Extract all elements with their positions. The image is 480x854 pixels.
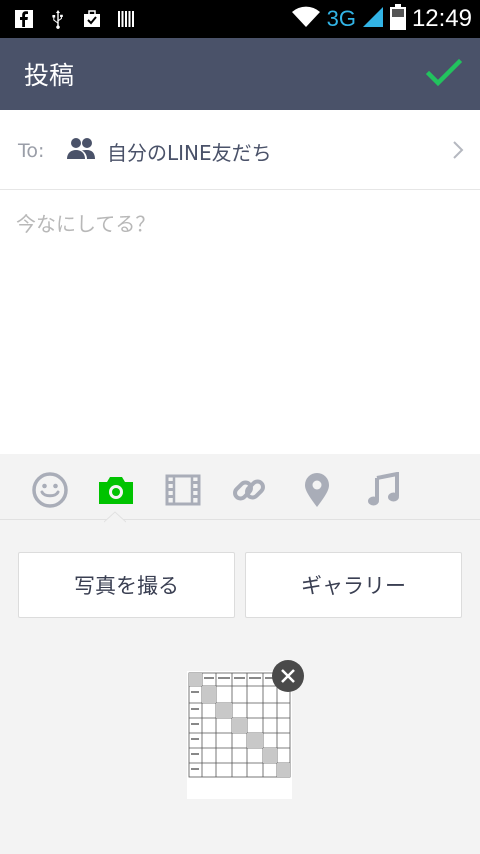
check-icon [425, 58, 463, 87]
usb-icon [48, 9, 68, 29]
video-icon [165, 474, 201, 506]
take-photo-button[interactable]: 写真を撮る [18, 552, 235, 618]
recipient-value: 自分のLINE友だち [107, 141, 272, 165]
compose-area: To: 自分のLINE友だち 今なにしてる？ [0, 110, 480, 454]
link-button[interactable] [229, 470, 269, 510]
attachment-toolbar [0, 454, 480, 520]
facebook-icon [14, 9, 34, 29]
battery-icon [389, 4, 406, 34]
recipient-selector[interactable]: To: 自分のLINE友だち [0, 110, 480, 190]
post-confirm-button[interactable] [425, 58, 463, 90]
page-title: 投稿 [24, 61, 75, 90]
sticker-button[interactable] [30, 470, 70, 510]
chevron-right-icon [452, 140, 464, 160]
status-bar: 3G 12:49 [0, 0, 480, 38]
barcode-icon [116, 9, 136, 29]
friends-icon [67, 137, 95, 161]
video-button[interactable] [163, 470, 203, 510]
post-text-input[interactable]: 今なにしてる？ [16, 208, 155, 237]
gallery-button[interactable]: ギャラリー [245, 552, 462, 618]
music-icon [368, 472, 399, 506]
active-tab-pointer [104, 511, 126, 523]
app-header: 投稿 [0, 38, 480, 110]
remove-attachment-button[interactable] [272, 660, 304, 692]
camera-tab[interactable] [96, 470, 136, 510]
clock: 12:49 [411, 5, 472, 32]
recipient-label: To: [18, 140, 45, 162]
briefcase-icon [82, 9, 102, 29]
music-button[interactable] [364, 470, 404, 510]
link-icon [233, 479, 265, 501]
camera-icon [99, 477, 133, 504]
sticker-icon [32, 472, 68, 508]
network-type: 3G [326, 6, 356, 31]
wifi-icon [291, 5, 321, 33]
location-icon [305, 473, 329, 507]
location-button[interactable] [297, 470, 337, 510]
close-icon [281, 669, 295, 683]
signal-icon [362, 5, 384, 33]
